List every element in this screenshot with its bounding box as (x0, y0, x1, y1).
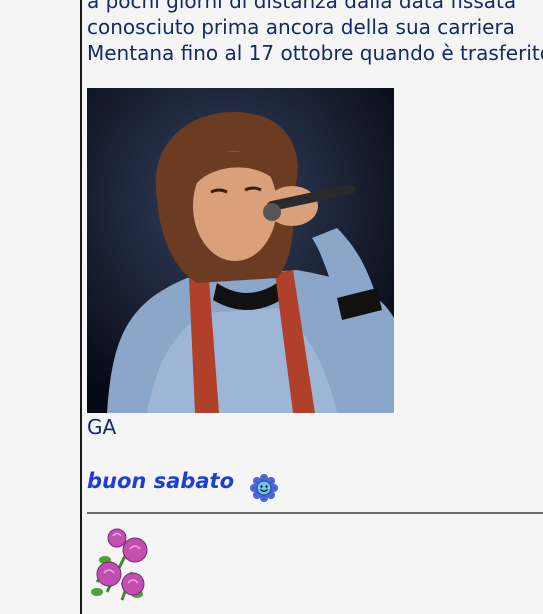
post-intro-text: a pochi giorni di distanza dalla data fi… (87, 0, 543, 66)
post-content: a pochi giorni di distanza dalla data fi… (87, 0, 543, 614)
singer-photo (87, 88, 394, 413)
greeting: buon sabato (87, 469, 235, 493)
smiley-flower-icon (250, 474, 278, 502)
roses-icon (87, 522, 157, 604)
intro-line-1: a pochi giorni di distanza dalla data fi… (87, 0, 517, 13)
intro-line-3: Mentana fino al 17 ottobre quando è tras… (87, 41, 543, 65)
left-border (80, 0, 82, 614)
intro-line-2: conosciuto prima ancora della sua carrie… (87, 15, 515, 39)
separator (87, 512, 543, 514)
signature: GA (87, 415, 117, 439)
